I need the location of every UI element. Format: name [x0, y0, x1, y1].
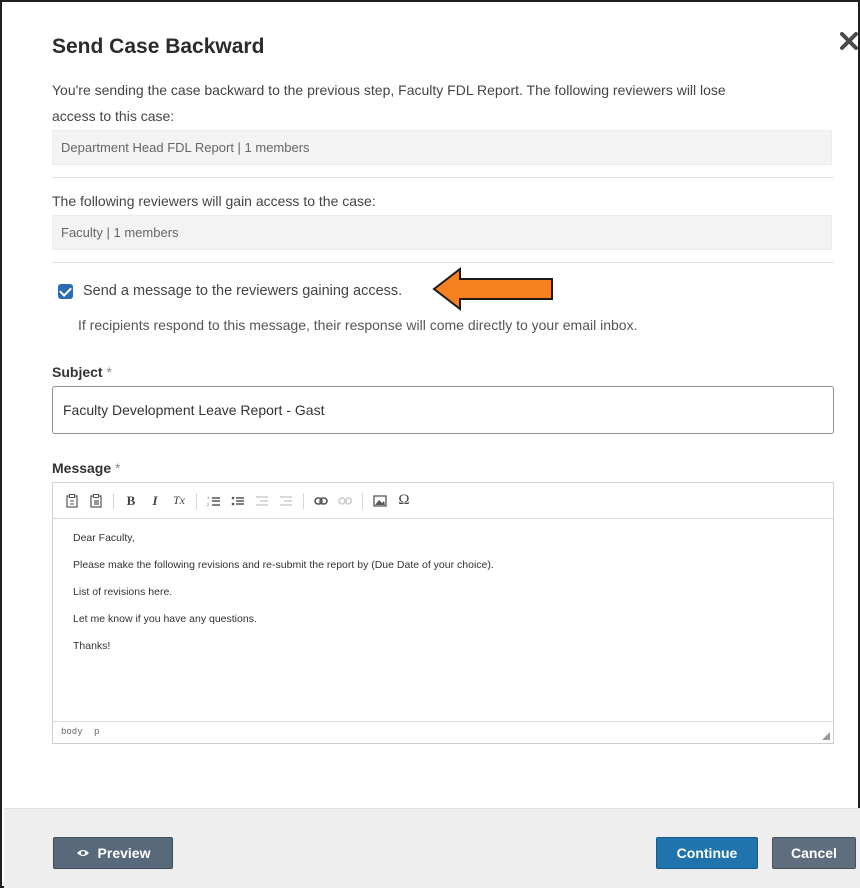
divider — [52, 262, 834, 263]
toolbar-separator — [196, 492, 197, 509]
toolbar-separator — [362, 492, 363, 509]
paste-text-icon[interactable] — [85, 490, 107, 512]
italic-icon[interactable]: I — [144, 490, 166, 512]
indent-icon[interactable] — [275, 490, 297, 512]
subject-label: Subject * — [52, 364, 112, 380]
preview-label[interactable]: Preview — [98, 845, 151, 861]
image-icon[interactable] — [369, 490, 391, 512]
continue-button[interactable]: Continue — [656, 837, 758, 869]
subject-input[interactable] — [52, 386, 834, 434]
toolbar-separator — [303, 492, 304, 509]
editor-toolbar: B I Tx 12 Ω — [53, 483, 833, 519]
description-line-1: You're sending the case backward to the … — [52, 82, 726, 98]
editor-content[interactable]: Dear Faculty, Please make the following … — [53, 519, 833, 678]
paste-icon[interactable] — [61, 490, 83, 512]
send-message-checkbox[interactable] — [58, 283, 73, 299]
bulleted-list-icon[interactable] — [227, 490, 249, 512]
gain-access-label: The following reviewers will gain access… — [52, 193, 376, 209]
bold-icon[interactable]: B — [120, 490, 142, 512]
remove-format-icon[interactable]: Tx — [168, 490, 190, 512]
message-line[interactable]: Please make the following revisions and … — [73, 558, 813, 572]
preview-button[interactable]: Preview — [53, 837, 173, 869]
rich-text-editor[interactable]: B I Tx 12 Ω Dear Faculty, Please make th… — [52, 482, 834, 744]
description-line-2: access to this case: — [52, 108, 175, 124]
close-icon[interactable] — [838, 30, 860, 52]
send-message-row[interactable]: Send a message to the reviewers gaining … — [58, 283, 402, 299]
required-marker: * — [106, 364, 112, 380]
resize-handle-icon[interactable] — [822, 732, 830, 740]
special-char-icon[interactable]: Ω — [393, 490, 415, 512]
cancel-button[interactable]: Cancel — [772, 837, 856, 869]
link-icon[interactable] — [310, 490, 332, 512]
svg-text:2: 2 — [207, 502, 210, 507]
message-label: Message * — [52, 460, 121, 476]
element-path-p[interactable]: p — [94, 727, 99, 737]
left-arrow-annotation-icon — [432, 266, 553, 312]
toolbar-separator — [113, 492, 114, 509]
editor-statusbar: body p — [53, 721, 833, 743]
svg-text:1: 1 — [207, 495, 210, 500]
eye-icon — [76, 850, 89, 856]
message-line[interactable]: Thanks! — [73, 639, 813, 653]
message-line[interactable]: Dear Faculty, — [73, 531, 813, 545]
losing-reviewers-box: Department Head FDL Report | 1 members — [52, 130, 832, 165]
element-path-body[interactable]: body — [61, 727, 83, 737]
unlink-icon[interactable] — [334, 490, 356, 512]
outdent-icon[interactable] — [251, 490, 273, 512]
modal-title: Send Case Backward — [52, 35, 265, 58]
response-hint: If recipients respond to this message, t… — [78, 317, 638, 333]
required-marker: * — [115, 460, 121, 476]
divider — [52, 177, 834, 178]
message-label-text: Message — [52, 460, 112, 476]
message-line[interactable]: List of revisions here. — [73, 585, 813, 599]
close-button[interactable] — [838, 30, 860, 52]
send-message-label[interactable]: Send a message to the reviewers gaining … — [83, 283, 402, 299]
numbered-list-icon[interactable]: 12 — [203, 490, 225, 512]
modal-dialog: Send Case Backward You're sending the ca… — [0, 0, 860, 888]
subject-label-text: Subject — [52, 364, 103, 380]
gaining-reviewers-box: Faculty | 1 members — [52, 215, 832, 250]
message-line[interactable]: Let me know if you have any questions. — [73, 612, 813, 626]
